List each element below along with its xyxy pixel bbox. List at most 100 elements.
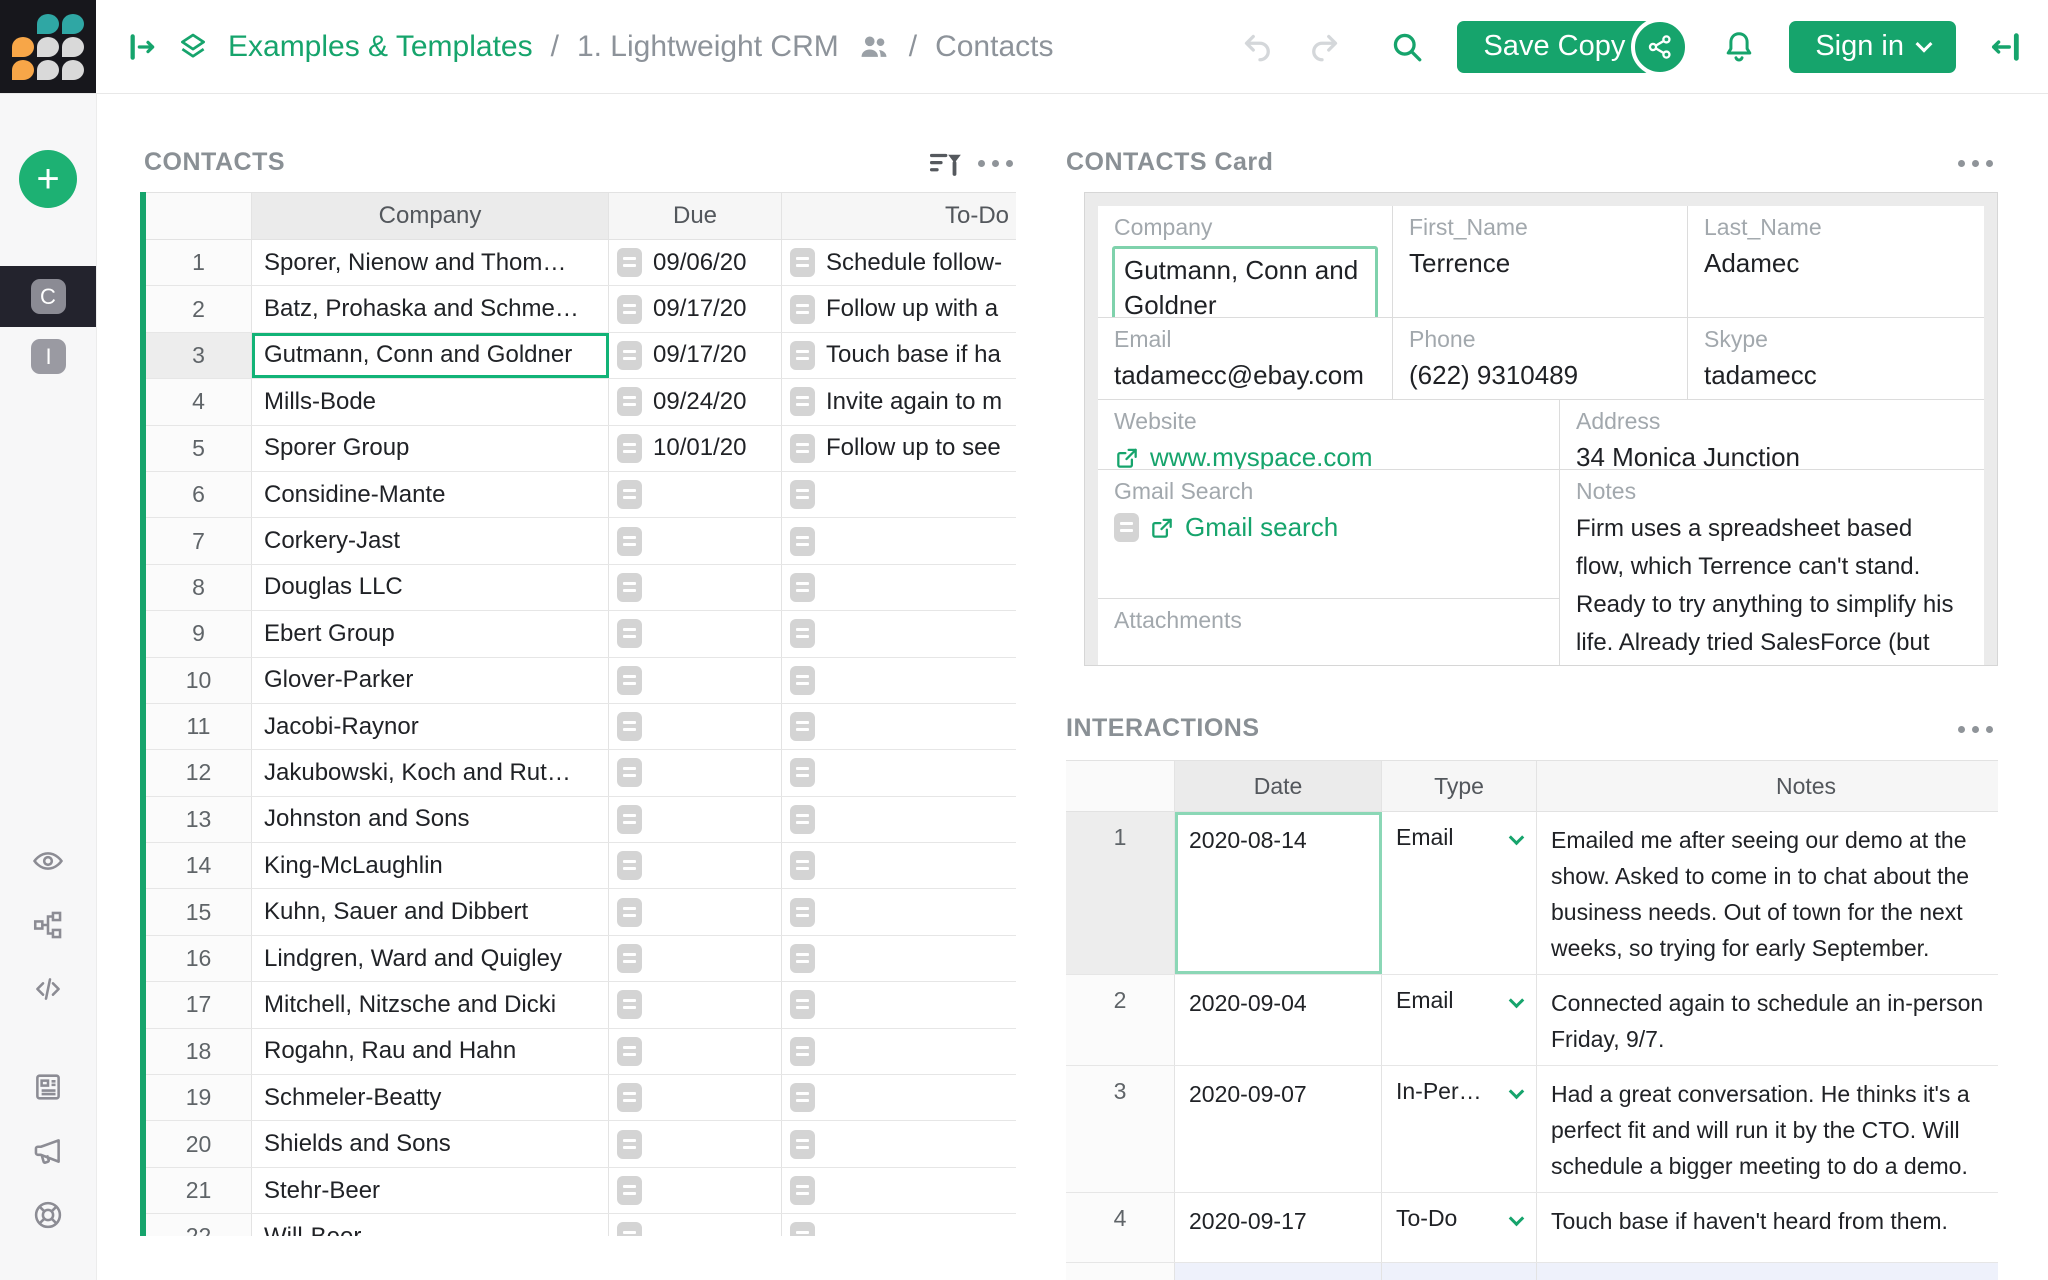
document-log-icon[interactable] bbox=[31, 1070, 65, 1104]
todo-cell[interactable]: Touch base if ha bbox=[782, 333, 1016, 378]
row-number-cell[interactable]: 5 bbox=[1066, 1263, 1175, 1280]
due-cell[interactable] bbox=[609, 658, 782, 703]
company-cell[interactable]: Schmeler-Beatty bbox=[252, 1075, 609, 1120]
chevron-down-icon[interactable] bbox=[1509, 830, 1525, 846]
todo-cell[interactable] bbox=[782, 1121, 1016, 1166]
date-cell[interactable]: 2020-09-07 bbox=[1175, 1066, 1382, 1192]
website-link[interactable]: www.myspace.com bbox=[1114, 440, 1559, 469]
breadcrumb-page[interactable]: Contacts bbox=[935, 30, 1053, 64]
company-cell[interactable]: Johnston and Sons bbox=[252, 797, 609, 842]
type-cell[interactable]: In-Per… bbox=[1382, 1066, 1537, 1192]
todo-cell[interactable] bbox=[782, 982, 1016, 1027]
card-more-menu[interactable] bbox=[1958, 160, 1993, 167]
row-number-cell[interactable]: 9 bbox=[146, 611, 252, 656]
row-number-cell[interactable]: 20 bbox=[146, 1121, 252, 1166]
row-number-cell[interactable]: 13 bbox=[146, 797, 252, 842]
contacts-more-menu[interactable] bbox=[978, 160, 1013, 167]
row-number-cell[interactable]: 1 bbox=[1066, 812, 1175, 974]
type-cell[interactable]: Email bbox=[1382, 812, 1537, 974]
breadcrumb-doc-title[interactable]: 1. Lightweight CRM bbox=[577, 30, 839, 64]
row-number-cell[interactable]: 8 bbox=[146, 565, 252, 610]
row-number-cell[interactable]: 19 bbox=[146, 1075, 252, 1120]
field-gmail-search[interactable]: Gmail Search Gmail search bbox=[1098, 470, 1559, 599]
todo-cell[interactable] bbox=[782, 936, 1016, 981]
due-cell[interactable] bbox=[609, 1214, 782, 1236]
company-cell[interactable]: Batz, Prohaska and Schme… bbox=[252, 286, 609, 331]
notifications-bell-icon[interactable] bbox=[1721, 29, 1757, 65]
due-cell[interactable] bbox=[609, 1168, 782, 1213]
share-button[interactable] bbox=[1631, 18, 1689, 76]
field-notes[interactable]: Notes Firm uses a spreadsheet based flow… bbox=[1560, 470, 1984, 666]
todo-cell[interactable] bbox=[782, 658, 1016, 703]
redo-button[interactable] bbox=[1307, 29, 1343, 65]
row-number-cell[interactable]: 16 bbox=[146, 936, 252, 981]
todo-cell[interactable] bbox=[782, 611, 1016, 656]
todo-cell[interactable] bbox=[782, 565, 1016, 610]
column-header-type[interactable]: Type bbox=[1382, 761, 1537, 811]
type-cell[interactable]: To-Do bbox=[1382, 1193, 1537, 1262]
due-cell[interactable] bbox=[609, 704, 782, 749]
app-logo[interactable] bbox=[0, 0, 96, 93]
field-value-company[interactable]: Gutmann, Conn and Goldner bbox=[1112, 246, 1378, 317]
company-cell[interactable]: Will-Beer bbox=[252, 1214, 609, 1236]
due-cell[interactable] bbox=[609, 750, 782, 795]
row-number-cell[interactable]: 14 bbox=[146, 843, 252, 888]
eye-icon[interactable] bbox=[31, 844, 65, 878]
field-first-name[interactable]: First_Name Terrence bbox=[1393, 206, 1688, 317]
notes-cell[interactable]: Emailed me after seeing our demo at the … bbox=[1537, 812, 1998, 974]
due-cell[interactable]: 09/17/20 bbox=[609, 286, 782, 331]
row-number-cell[interactable]: 10 bbox=[146, 658, 252, 703]
field-attachments[interactable]: Attachments bbox=[1098, 599, 1559, 667]
todo-cell[interactable] bbox=[782, 1214, 1016, 1236]
company-cell[interactable]: Corkery-Jast bbox=[252, 518, 609, 563]
todo-cell[interactable]: Follow up with a bbox=[782, 286, 1016, 331]
row-number-cell[interactable]: 15 bbox=[146, 889, 252, 934]
row-number-cell[interactable]: 4 bbox=[1066, 1193, 1175, 1262]
org-structure-icon[interactable] bbox=[31, 908, 65, 942]
todo-cell[interactable] bbox=[782, 472, 1016, 517]
due-cell[interactable] bbox=[609, 982, 782, 1027]
field-phone[interactable]: Phone (622) 9310489 bbox=[1393, 318, 1688, 399]
search-icon[interactable] bbox=[1389, 29, 1425, 65]
field-address[interactable]: Address 34 Monica Junction bbox=[1560, 400, 1984, 469]
company-cell[interactable]: Considine-Mante bbox=[252, 472, 609, 517]
due-cell[interactable]: 09/17/20 bbox=[609, 333, 782, 378]
due-cell[interactable] bbox=[609, 611, 782, 656]
undo-button[interactable] bbox=[1239, 29, 1275, 65]
todo-cell[interactable] bbox=[782, 750, 1016, 795]
due-cell[interactable] bbox=[609, 565, 782, 610]
field-email[interactable]: Email tadamecc@ebay.com bbox=[1098, 318, 1393, 399]
row-number-cell[interactable]: 12 bbox=[146, 750, 252, 795]
todo-cell[interactable] bbox=[782, 1029, 1016, 1074]
row-number-cell[interactable]: 3 bbox=[146, 333, 252, 378]
company-cell[interactable]: Stehr-Beer bbox=[252, 1168, 609, 1213]
code-icon[interactable] bbox=[31, 972, 65, 1006]
column-header-due[interactable]: Due bbox=[609, 193, 782, 239]
company-cell[interactable]: Mills-Bode bbox=[252, 379, 609, 424]
chevron-down-icon[interactable] bbox=[1509, 993, 1525, 1009]
notes-cell[interactable]: Connected again to schedule an in-person… bbox=[1537, 975, 1998, 1065]
due-cell[interactable] bbox=[609, 1075, 782, 1120]
company-cell[interactable]: Shields and Sons bbox=[252, 1121, 609, 1166]
company-cell[interactable]: Rogahn, Rau and Hahn bbox=[252, 1029, 609, 1074]
due-cell[interactable] bbox=[609, 843, 782, 888]
help-lifebuoy-icon[interactable] bbox=[31, 1198, 65, 1232]
notes-cell[interactable]: Had a great conversation. He thinks it's… bbox=[1537, 1066, 1998, 1192]
todo-cell[interactable] bbox=[782, 797, 1016, 842]
todo-cell[interactable] bbox=[782, 1075, 1016, 1120]
row-number-cell[interactable]: 3 bbox=[1066, 1066, 1175, 1192]
row-number-cell[interactable]: 5 bbox=[146, 426, 252, 471]
column-header-company[interactable]: Company bbox=[252, 193, 609, 239]
field-company[interactable]: Company Gutmann, Conn and Goldner bbox=[1098, 206, 1393, 317]
company-cell[interactable]: Glover-Parker bbox=[252, 658, 609, 703]
megaphone-icon[interactable] bbox=[31, 1134, 65, 1168]
company-cell[interactable]: King-McLaughlin bbox=[252, 843, 609, 888]
row-number-cell[interactable]: 22 bbox=[146, 1214, 252, 1236]
breadcrumb-root-link[interactable]: Examples & Templates bbox=[228, 30, 533, 64]
notes-cell[interactable] bbox=[1537, 1263, 1998, 1280]
company-cell[interactable]: Gutmann, Conn and Goldner bbox=[252, 333, 609, 378]
row-number-cell[interactable]: 4 bbox=[146, 379, 252, 424]
due-cell[interactable]: 10/01/20 bbox=[609, 426, 782, 471]
row-number-header[interactable] bbox=[146, 193, 252, 239]
due-cell[interactable] bbox=[609, 1029, 782, 1074]
